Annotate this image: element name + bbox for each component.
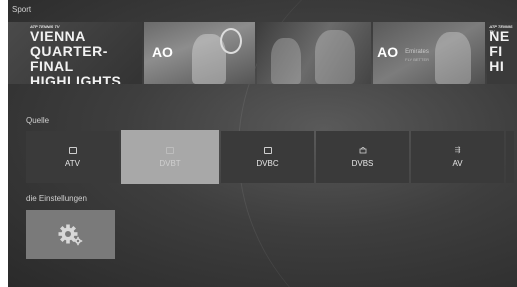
ao-logo: AO bbox=[151, 44, 173, 60]
satellite-icon bbox=[359, 146, 367, 154]
av-input-icon: ⇶ bbox=[454, 146, 461, 154]
sport-section-title: Sport bbox=[12, 5, 32, 14]
gear-icon bbox=[58, 224, 82, 245]
player-figure bbox=[271, 38, 302, 84]
source-item-dvbs[interactable]: DVBS bbox=[316, 131, 409, 183]
tv-icon bbox=[68, 146, 77, 154]
banner-tile-player[interactable]: AO bbox=[143, 22, 256, 84]
banner-tile-emirates[interactable]: AO Emirates FLY BETTER bbox=[373, 22, 486, 84]
source-section-title: Quelle bbox=[26, 116, 50, 125]
ao-logo: AO bbox=[377, 44, 399, 60]
banner-headline: NE FI HI bbox=[489, 28, 510, 74]
banner-tile-crowd[interactable] bbox=[257, 22, 372, 84]
source-list: ATV DVBT DVBC DVBS ⇶ AV bbox=[26, 130, 514, 184]
sport-banner: ATP TENNIS TV VIENNA QUARTER-FINAL HIGHL… bbox=[8, 22, 517, 84]
sponsor-subtext: FLY BETTER bbox=[405, 57, 429, 62]
source-item-av[interactable]: ⇶ AV bbox=[411, 131, 504, 183]
racket-shape bbox=[219, 28, 242, 54]
banner-headline: VIENNA QUARTER-FINAL HIGHLIGHTS bbox=[30, 28, 122, 85]
tv-home-screen: Sport ATP TENNIS TV VIENNA QUARTER-FINAL… bbox=[8, 0, 517, 287]
sponsor-text: Emirates bbox=[405, 49, 429, 55]
player-figure bbox=[435, 32, 472, 84]
source-item-dvbc[interactable]: DVBC bbox=[221, 131, 314, 183]
banner-tile-vienna[interactable]: ATP TENNIS TV VIENNA QUARTER-FINAL HIGHL… bbox=[8, 22, 142, 84]
settings-section-title: die Einstellungen bbox=[26, 194, 87, 203]
source-item-more[interactable] bbox=[506, 131, 514, 183]
tv-icon bbox=[263, 146, 272, 154]
banner-tile-next[interactable]: ATP TENNIS TV NE FI HI bbox=[487, 22, 517, 84]
player-figure bbox=[315, 30, 356, 84]
source-item-atv[interactable]: ATV bbox=[26, 131, 119, 183]
settings-button[interactable] bbox=[26, 210, 115, 259]
tv-icon bbox=[166, 146, 174, 154]
source-item-dvbt[interactable]: DVBT bbox=[121, 130, 219, 184]
